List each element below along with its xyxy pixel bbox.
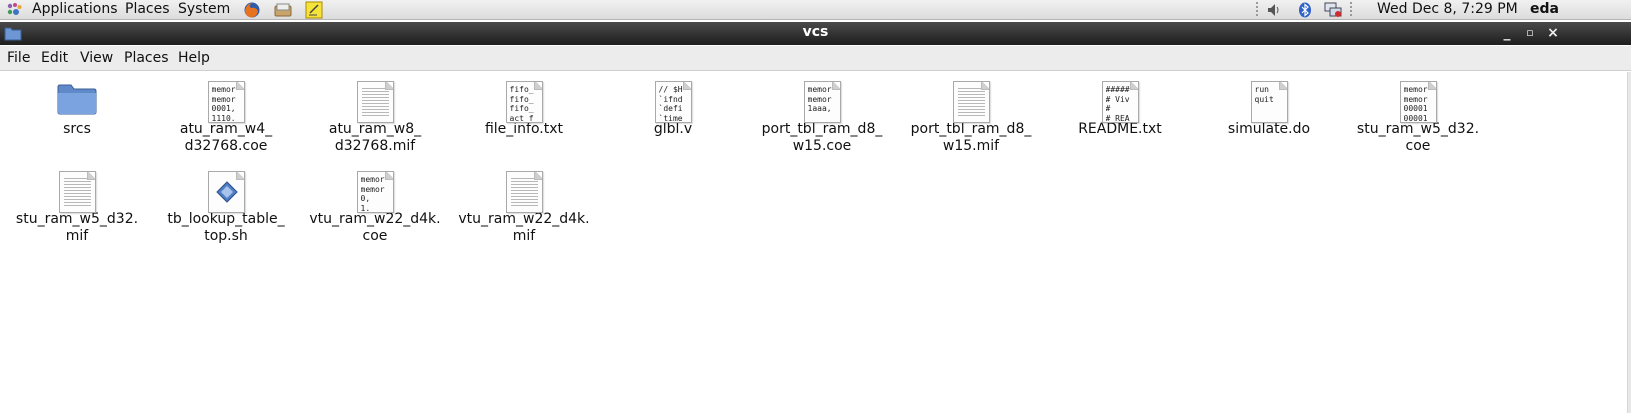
user-name[interactable]: eda: [1530, 0, 1559, 20]
file-item-vtu-ram-mif[interactable]: vtu_ram_w22_d4k. mif: [454, 162, 594, 245]
file-label: atu_ram_w4_ d32768.coe: [179, 121, 273, 154]
text-file-icon: memor memor 00001 00001: [1399, 81, 1437, 123]
menu-places[interactable]: Places: [124, 50, 169, 66]
file-label: stu_ram_w5_d32. mif: [15, 211, 139, 244]
folder-icon: [57, 84, 97, 115]
scrollbar[interactable]: [1627, 72, 1631, 413]
text-file-icon: [952, 81, 990, 123]
file-label: atu_ram_w8_ d32768.mif: [328, 121, 422, 154]
file-item-stu-ram-mif[interactable]: stu_ram_w5_d32. mif: [7, 162, 147, 245]
panel-menu-applications[interactable]: Applications: [32, 0, 118, 20]
file-item-srcs[interactable]: srcs: [7, 72, 147, 138]
close-icon[interactable]: ×: [1545, 24, 1561, 42]
volume-icon[interactable]: [1266, 2, 1284, 18]
file-item-stu-ram-coe[interactable]: memor memor 00001 00001 stu_ram_w5_d32. …: [1348, 72, 1488, 155]
firefox-icon[interactable]: [242, 1, 262, 19]
panel-separator: [1256, 2, 1258, 18]
file-icon-view[interactable]: srcs memor memor 0001, 1110. atu_ram_w4_…: [0, 72, 1631, 413]
menu-help[interactable]: Help: [178, 50, 210, 66]
window-title: vcs: [802, 24, 829, 40]
file-item-readme[interactable]: ##### # Viv # # REA README.txt: [1050, 72, 1190, 138]
file-item-port-tbl-coe[interactable]: memor memor 1aaa, port_tbl_ram_d8_ w15.c…: [752, 72, 892, 155]
file-label: vtu_ram_w22_d4k. coe: [309, 211, 441, 244]
file-item-simulate-do[interactable]: run quit simulate.do: [1199, 72, 1339, 138]
file-label: port_tbl_ram_d8_ w15.coe: [761, 121, 883, 154]
file-label: vtu_ram_w22_d4k. mif: [458, 211, 590, 244]
file-item-vtu-ram-coe[interactable]: memor memor 0, 1. vtu_ram_w22_d4k. coe: [305, 162, 445, 245]
file-label: srcs: [63, 121, 91, 137]
clock[interactable]: Wed Dec 8, 7:29 PM: [1377, 0, 1518, 20]
file-item-atu-ram-w8-mif[interactable]: atu_ram_w8_ d32768.mif: [305, 72, 445, 155]
gnome-foot-icon[interactable]: [6, 2, 23, 18]
text-file-icon: run quit: [1250, 81, 1288, 123]
menu-view[interactable]: View: [80, 50, 113, 66]
text-file-icon: [356, 81, 394, 123]
panel-separator: [1350, 2, 1352, 18]
text-file-icon: [58, 171, 96, 213]
bluetooth-icon[interactable]: [1296, 2, 1314, 18]
menu-edit[interactable]: Edit: [41, 50, 68, 66]
text-file-icon: memor memor 1aaa,: [803, 81, 841, 123]
file-label: port_tbl_ram_d8_ w15.mif: [910, 121, 1032, 154]
file-label: simulate.do: [1227, 121, 1311, 137]
menubar: File Edit View Places Help: [0, 46, 1631, 71]
file-label: README.txt: [1078, 121, 1162, 137]
file-item-atu-ram-w4-coe[interactable]: memor memor 0001, 1110. atu_ram_w4_ d327…: [156, 72, 296, 155]
file-manager-icon[interactable]: [273, 1, 293, 19]
panel-menu-places[interactable]: Places: [125, 0, 170, 20]
text-file-icon: [505, 171, 543, 213]
file-item-file-info[interactable]: fifo_ fifo_ fifo_ act_f file_info.txt: [454, 72, 594, 138]
maximize-icon[interactable]: ▫: [1522, 24, 1538, 42]
file-item-port-tbl-mif[interactable]: port_tbl_ram_d8_ w15.mif: [901, 72, 1041, 155]
panel-menu-system[interactable]: System: [178, 0, 230, 20]
text-file-icon: memor memor 0001, 1110.: [207, 81, 245, 123]
file-label: tb_lookup_table_ top.sh: [167, 211, 285, 244]
network-icon[interactable]: [1324, 2, 1342, 18]
window-titlebar[interactable]: vcs _ ▫ ×: [0, 22, 1631, 45]
file-item-glbl-v[interactable]: // $H `ifnd `defi `time glbl.v: [603, 72, 743, 138]
file-label: glbl.v: [653, 121, 693, 137]
menu-file[interactable]: File: [7, 50, 30, 66]
file-label: file_info.txt: [484, 121, 564, 137]
file-item-tb-lookup-sh[interactable]: tb_lookup_table_ top.sh: [156, 162, 296, 245]
script-file-icon: [207, 171, 245, 213]
text-file-icon: ##### # Viv # # REA: [1101, 81, 1139, 123]
minimize-icon[interactable]: _: [1499, 24, 1515, 42]
notes-icon[interactable]: [304, 1, 324, 19]
top-panel: Applications Places System Wed Dec 8, 7:…: [0, 0, 1631, 20]
text-file-icon: memor memor 0, 1.: [356, 171, 394, 213]
file-label: stu_ram_w5_d32. coe: [1356, 121, 1480, 154]
text-file-icon: fifo_ fifo_ fifo_ act_f: [505, 81, 543, 123]
text-file-icon: // $H `ifnd `defi `time: [654, 81, 692, 123]
